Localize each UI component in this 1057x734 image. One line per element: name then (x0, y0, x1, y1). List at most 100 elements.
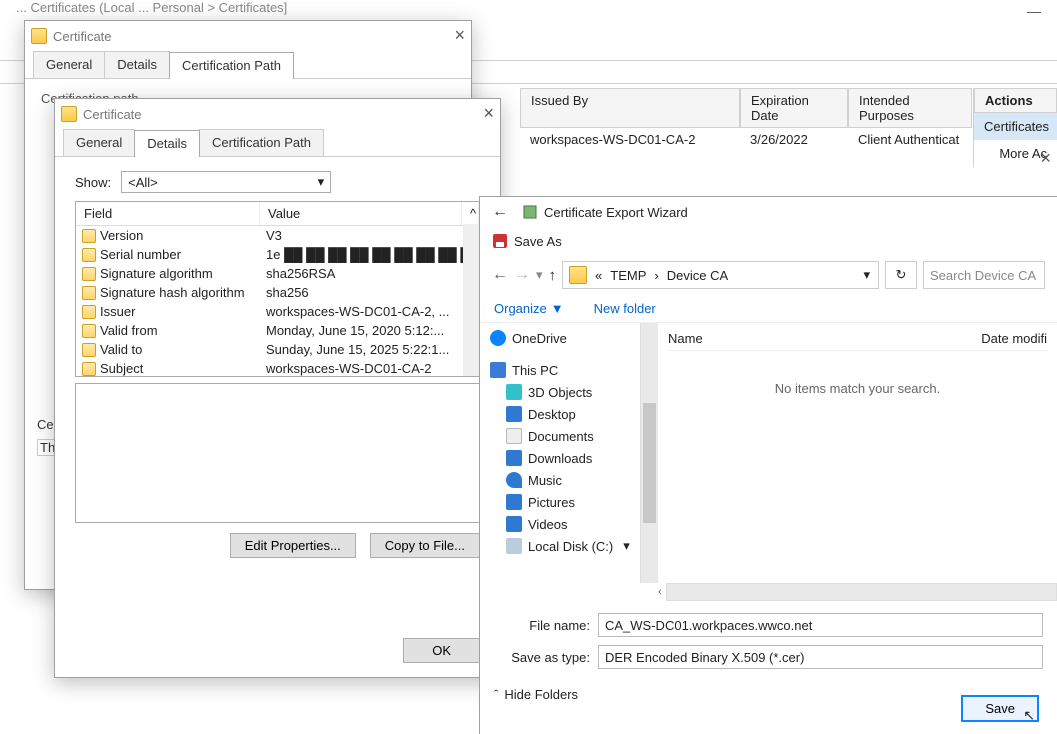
detail-row[interactable]: Signature hash algorithmsha256 (76, 283, 479, 302)
ok-button[interactable]: OK (403, 638, 480, 663)
col-intended[interactable]: Intended Purposes (848, 88, 972, 128)
nav-up-icon[interactable]: ↑ (549, 267, 557, 284)
cert1-tab-certpath[interactable]: Certification Path (169, 52, 294, 79)
cert2-close-icon[interactable]: × (483, 103, 494, 124)
field-icon (82, 267, 96, 281)
detail-textbox[interactable] (75, 383, 480, 523)
chevron-down-icon: ▼ (551, 301, 564, 316)
filecol-date[interactable]: Date modifi (981, 331, 1047, 346)
cell-issued-by: workspaces-WS-DC01-CA-2 (520, 132, 740, 147)
cube-icon (506, 384, 522, 400)
nav-documents-label: Documents (528, 429, 594, 444)
col-value[interactable]: Value (260, 202, 462, 225)
actions-header: Actions (974, 88, 1057, 113)
cert2-tab-general[interactable]: General (63, 129, 135, 156)
folder-icon (569, 266, 587, 284)
cert1-tab-details[interactable]: Details (104, 51, 170, 78)
cert1-title: Certificate (53, 29, 112, 44)
music-icon (506, 472, 522, 488)
saveas-title: Save As (514, 234, 562, 249)
detail-row[interactable]: Valid fromMonday, June 15, 2020 5:12:... (76, 321, 479, 340)
nav-music-label: Music (528, 473, 562, 488)
col-issued-by[interactable]: Issued By (520, 88, 740, 128)
chevron-down-icon[interactable]: ▾ (623, 538, 630, 554)
actions-certificates[interactable]: Certificates (974, 113, 1057, 140)
detail-field: Signature hash algorithm (100, 285, 245, 300)
detail-field: Issuer (100, 304, 135, 319)
detail-row[interactable]: VersionV3 (76, 226, 479, 245)
nav-documents[interactable]: Documents (488, 425, 632, 447)
cert2-tab-certpath[interactable]: Certification Path (199, 129, 324, 156)
hide-folders-label: Hide Folders (504, 687, 578, 702)
search-input[interactable]: Search Device CA (923, 261, 1045, 289)
edit-properties-button[interactable]: Edit Properties... (230, 533, 356, 558)
col-field[interactable]: Field (76, 202, 260, 225)
hscroll-left-icon[interactable]: ‹ (658, 586, 662, 598)
nav-3dobjects-label: 3D Objects (528, 385, 592, 400)
scroll-up-icon[interactable]: ^ (462, 202, 479, 225)
detail-row[interactable]: Signature algorithmsha256RSA (76, 264, 479, 283)
wizard-back-icon[interactable]: ← (492, 203, 508, 221)
nav-back-icon[interactable]: ← (492, 266, 508, 284)
cert2-tab-details[interactable]: Details (134, 130, 200, 157)
detail-row[interactable]: Subject workspaces-WS-DC01-CA-2 (76, 359, 479, 377)
field-icon (82, 324, 96, 338)
detail-value: Sunday, June 15, 2025 5:22:1... (260, 341, 479, 358)
cell-expiration: 3/26/2022 (740, 132, 848, 147)
detail-field: Valid to (100, 342, 142, 357)
cert1-close-icon[interactable]: × (454, 25, 465, 46)
breadcrumb-temp[interactable]: TEMP (610, 268, 646, 283)
copy-to-file-button[interactable]: Copy to File... (370, 533, 480, 558)
field-icon (82, 248, 96, 262)
actions-close-icon[interactable]: × (1040, 148, 1051, 169)
chevron-up-icon: ˆ (494, 687, 498, 702)
nav-thispc[interactable]: This PC (488, 359, 632, 381)
field-icon (82, 286, 96, 300)
nav-pictures[interactable]: Pictures (488, 491, 632, 513)
detail-value: workspaces-WS-DC01-CA-2 (260, 360, 479, 377)
nav-desktop[interactable]: Desktop (488, 403, 632, 425)
address-bar[interactable]: « TEMP › Device CA ▾ (562, 261, 879, 289)
breadcrumb-deviceca[interactable]: Device CA (667, 268, 728, 283)
cursor-icon: ↖ (1023, 707, 1035, 724)
show-dropdown[interactable]: <All> ▾ (121, 171, 331, 193)
nav-videos[interactable]: Videos (488, 513, 632, 535)
new-folder-button[interactable]: New folder (594, 301, 656, 316)
certificate-icon (61, 106, 77, 122)
organize-menu[interactable]: Organize ▼ (494, 301, 564, 316)
monitor-icon (490, 362, 506, 378)
nav-downloads-label: Downloads (528, 451, 592, 466)
detail-row[interactable]: Valid to Sunday, June 15, 2025 5:22:1... (76, 340, 479, 359)
refresh-button[interactable]: ↻ (885, 261, 917, 289)
nav-thispc-label: This PC (512, 363, 558, 378)
field-icon (82, 229, 96, 243)
detail-row[interactable]: Issuerworkspaces-WS-DC01-CA-2, ... (76, 302, 479, 321)
nav-fwd-icon[interactable]: → (514, 266, 530, 284)
nav-desktop-label: Desktop (528, 407, 576, 422)
disk-icon (506, 538, 522, 554)
nav-localdisk-label: Local Disk (C:) (528, 539, 613, 554)
address-dropdown-icon[interactable]: ▾ (863, 267, 870, 283)
nav-music[interactable]: Music (488, 469, 632, 491)
nav-localdisk[interactable]: Local Disk (C:) ▾ (488, 535, 632, 557)
nav-3dobjects[interactable]: 3D Objects (488, 381, 632, 403)
cert1-tab-general[interactable]: General (33, 51, 105, 78)
field-icon (82, 362, 96, 376)
navpane-scrollbar[interactable] (640, 323, 658, 583)
system-minimize[interactable]: — (1027, 3, 1041, 19)
breadcrumb-sep: « (595, 268, 602, 283)
detail-row[interactable]: Serial number1e ██ ██ ██ ██ ██ ██ ██ ██ … (76, 245, 479, 264)
listbox-scrollbar[interactable] (463, 224, 479, 376)
chevron-down-icon: ▾ (318, 174, 325, 190)
filecol-name[interactable]: Name (668, 331, 818, 346)
savetype-dropdown[interactable]: DER Encoded Binary X.509 (*.cer) (598, 645, 1043, 669)
filename-value: CA_WS-DC01.workpaces.wwco.net (605, 618, 812, 633)
nav-recent-icon[interactable]: ▾ (536, 267, 543, 283)
detail-field: Subject (100, 361, 143, 376)
wizard-title: Certificate Export Wizard (544, 205, 688, 220)
nav-downloads[interactable]: Downloads (488, 447, 632, 469)
nav-onedrive[interactable]: OneDrive (488, 327, 632, 349)
filename-input[interactable]: CA_WS-DC01.workpaces.wwco.net (598, 613, 1043, 637)
filepane-hscrollbar[interactable] (666, 583, 1057, 601)
col-expiration[interactable]: Expiration Date (740, 88, 848, 128)
